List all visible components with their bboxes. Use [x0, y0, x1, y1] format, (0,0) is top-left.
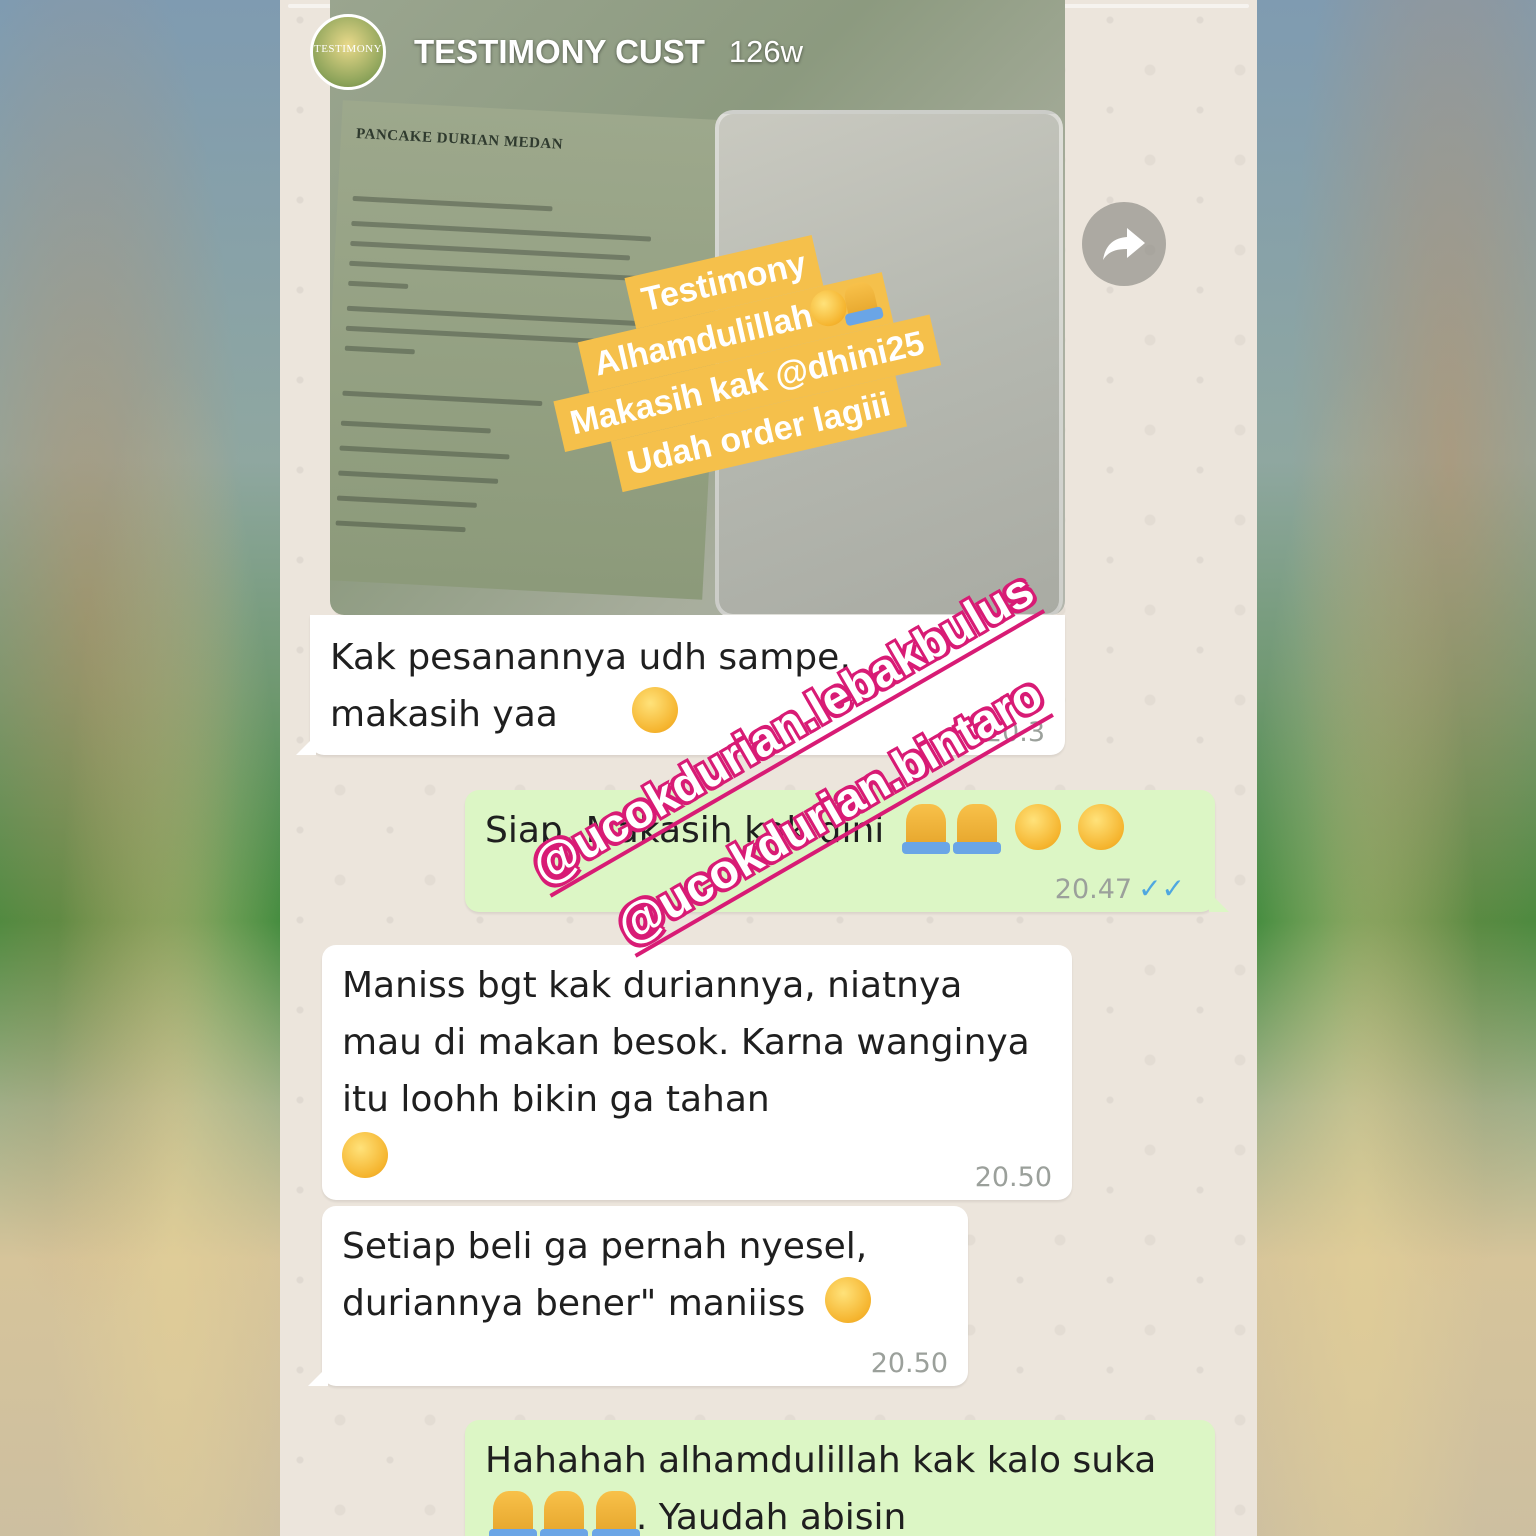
message-text: Maniss bgt kak duriannya, niatnya mau di… [342, 965, 1030, 1120]
avatar[interactable]: TESTIMONY [310, 14, 386, 90]
hand-over-mouth-emoji-icon [342, 1132, 388, 1178]
pray-emoji-icon [489, 1491, 537, 1536]
blurred-background-right [1246, 0, 1536, 1536]
message-time: 20.50 [870, 1348, 948, 1379]
avatar-logo-text: TESTIMONY [313, 43, 383, 55]
pray-emoji-icon [953, 804, 1002, 854]
message-outgoing[interactable]: Hahahah alhamdulillah kak kalo suka . Ya… [465, 1420, 1215, 1536]
double-check-icon: ✓✓ [1138, 872, 1185, 905]
forward-button[interactable] [1082, 202, 1166, 286]
product-label-title: PANCAKE DURIAN MEDAN [355, 126, 564, 153]
message-time: 20.47 [1054, 874, 1133, 905]
story-frame[interactable]: TESTIMONY TESTIMONY CUST 126w PANCAKE DU… [280, 0, 1257, 1536]
grin-emoji-icon [824, 1277, 871, 1323]
pray-emoji-icon [540, 1491, 589, 1536]
message-incoming[interactable]: Setiap beli ga pernah nyesel, duriannya … [308, 1206, 968, 1386]
story-time-ago: 126w [728, 34, 804, 69]
forward-arrow-icon [1103, 228, 1145, 260]
message-time: 20.50 [974, 1162, 1052, 1193]
message-text-continued: . Yaudah abisin [635, 1497, 907, 1536]
smile-emoji-icon [632, 687, 678, 733]
pray-emoji-icon [901, 804, 950, 854]
story-username[interactable]: TESTIMONY CUST [414, 33, 705, 71]
pray-emoji-icon [842, 279, 880, 322]
message-incoming[interactable]: Maniss bgt kak duriannya, niatnya mau di… [322, 945, 1072, 1200]
blurred-background-left [0, 0, 290, 1536]
kiss-emoji-icon [1078, 804, 1125, 850]
pray-emoji-icon [591, 1491, 640, 1536]
story-header: TESTIMONY TESTIMONY CUST 126w [310, 14, 803, 90]
message-meta: 20.47 ✓✓ [1055, 873, 1185, 906]
message-text: Hahahah alhamdulillah kak kalo suka [485, 1440, 1157, 1481]
kiss-emoji-icon [1014, 804, 1061, 850]
message-text: Setiap beli ga pernah nyesel, duriannya … [342, 1226, 868, 1324]
